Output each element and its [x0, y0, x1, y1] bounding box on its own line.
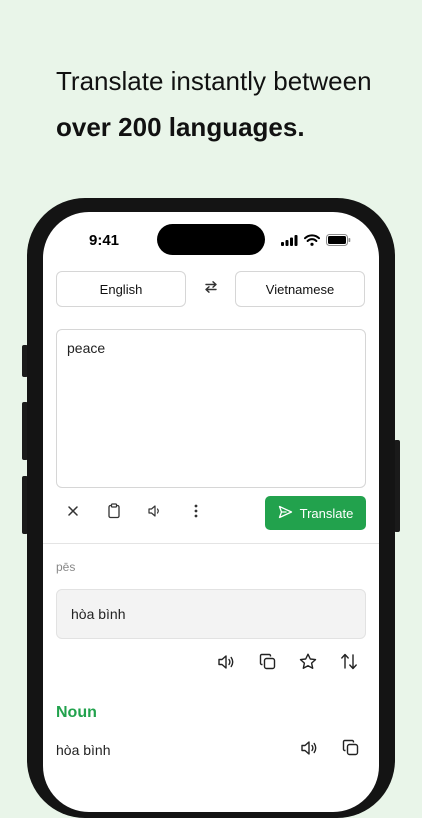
more-options-button[interactable]: [186, 503, 206, 523]
headline-line-1: Translate instantly between: [56, 66, 372, 96]
copy-entry-button[interactable]: [339, 739, 361, 761]
swap-vertical-icon: [340, 653, 358, 675]
speaker-icon: [217, 654, 235, 675]
source-text-value: peace: [67, 340, 106, 356]
wifi-icon: [304, 233, 320, 251]
translation-result: hòa bình: [56, 589, 366, 639]
status-icons: [281, 233, 351, 251]
paste-button[interactable]: [104, 502, 124, 524]
speaker-icon: [300, 740, 318, 761]
reverse-translation-button[interactable]: [338, 653, 360, 675]
copy-icon: [342, 739, 359, 761]
source-language-button[interactable]: English: [56, 271, 186, 307]
listen-source-button[interactable]: [145, 503, 165, 523]
headline-line-2: over 200 languages.: [56, 112, 305, 142]
send-icon: [278, 505, 293, 522]
copy-translation-button[interactable]: [256, 653, 278, 675]
star-icon: [299, 653, 317, 675]
favorite-button[interactable]: [297, 653, 319, 675]
more-icon: [193, 503, 199, 524]
translate-button[interactable]: Translate: [265, 496, 366, 530]
listen-translation-button[interactable]: [215, 653, 237, 675]
swap-arrows-icon: [204, 280, 218, 299]
battery-icon: [326, 233, 351, 251]
part-of-speech-heading: Noun: [56, 704, 97, 721]
clear-icon: [67, 504, 79, 522]
translation-text: hòa bình: [71, 606, 126, 622]
status-time: 9:41: [89, 232, 120, 249]
speaker-icon: [147, 504, 163, 523]
translate-button-label: Translate: [299, 505, 354, 521]
listen-entry-button[interactable]: [298, 739, 320, 761]
clipboard-icon: [107, 502, 121, 524]
dictionary-entry: hòa bình: [56, 742, 111, 758]
dynamic-island: [157, 224, 265, 255]
signal-icon: [281, 233, 298, 251]
section-divider: [43, 543, 379, 544]
target-language-button[interactable]: Vietnamese: [235, 271, 365, 307]
source-text-input[interactable]: peace: [56, 329, 366, 488]
marketing-headline: Translate instantly between over 200 lan…: [56, 58, 396, 150]
swap-languages-button[interactable]: [201, 279, 221, 299]
phone-screen: 9:41 English Vietnamese peace Translate …: [43, 212, 379, 812]
clear-button[interactable]: [63, 503, 83, 523]
copy-icon: [259, 653, 276, 675]
pronunciation-text: pēs: [56, 560, 76, 574]
